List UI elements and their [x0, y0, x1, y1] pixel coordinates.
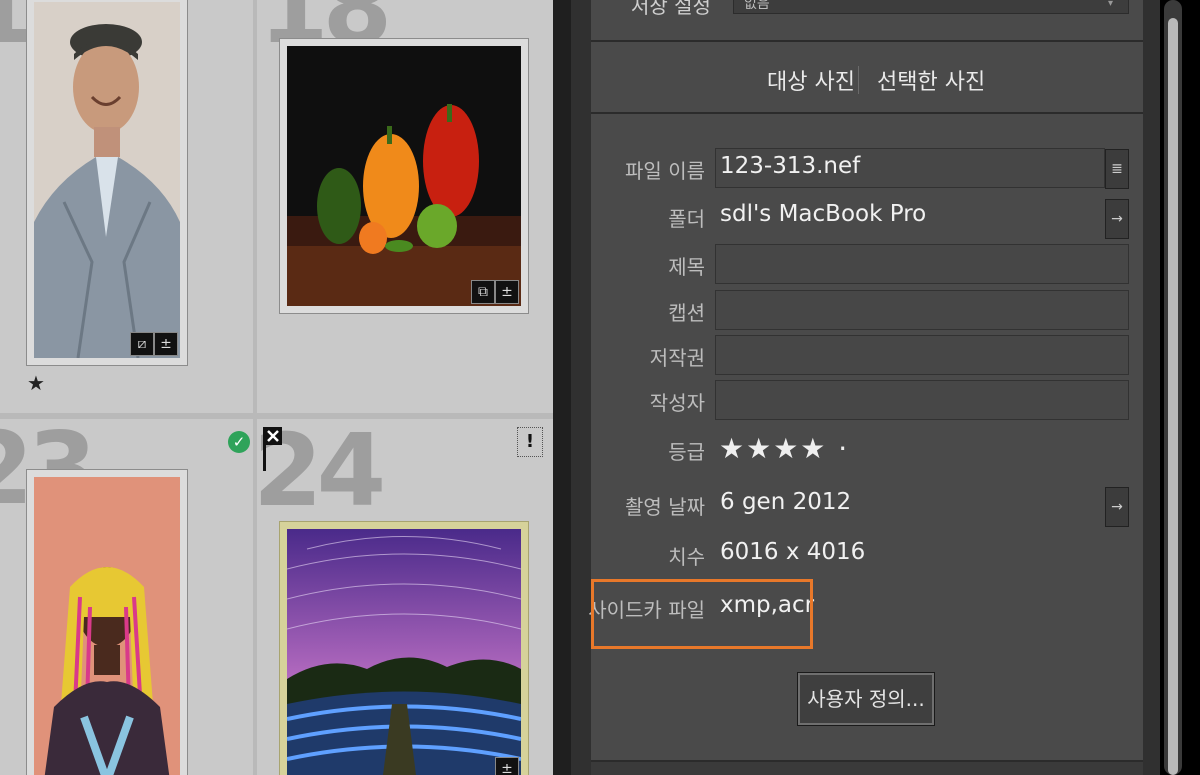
chevron-down-icon: ▾ — [1108, 0, 1114, 9]
thumbnail-frame[interactable] — [26, 469, 188, 775]
metadata-panel-body: 저장 설정 없음 ▾ 대상 사진 선택한 사진 파일 이름 123-313.ne… — [588, 0, 1143, 775]
capture-date-label: 촬영 날짜 — [625, 495, 705, 519]
panel-divider[interactable] — [553, 0, 571, 775]
creator-label: 작성자 — [649, 391, 705, 415]
go-to-date-arrow-icon[interactable]: → — [1105, 487, 1129, 527]
thumbnail-portrait-man: ⧄ ± — [34, 2, 180, 358]
customize-button[interactable]: 사용자 정의... — [797, 672, 935, 726]
folder-value: sdl's MacBook Pro — [720, 201, 927, 227]
rating-row: 등급 ★★★★ · — [591, 428, 1143, 470]
tab-selected-photos[interactable]: 선택한 사진 — [877, 64, 985, 96]
grid-cell[interactable]: 24 ! ± — [257, 419, 553, 775]
rating-label: 등급 — [668, 440, 705, 464]
title-label: 제목 — [668, 255, 705, 279]
folder-label: 폴더 — [668, 207, 705, 231]
panel-bottom-edge — [591, 760, 1143, 775]
copyright-label: 저작권 — [649, 346, 705, 370]
reject-flag-icon[interactable] — [263, 427, 283, 475]
caption-row: 캡션 — [591, 289, 1143, 331]
thumbnail-portrait-woman — [34, 477, 180, 775]
library-grid: 17 ⧄ ± ★ 18 — [0, 0, 553, 775]
copyright-field[interactable] — [715, 335, 1129, 375]
develop-badge-icon: ± — [154, 332, 178, 356]
filename-row: 파일 이름 123-313.nef ≣ — [591, 147, 1143, 189]
rating-stars[interactable]: ★★★★ · — [719, 432, 849, 465]
preset-label: 저장 설정 — [631, 0, 711, 18]
copyright-row: 저작권 — [591, 334, 1143, 376]
title-row: 제목 — [591, 243, 1143, 285]
preset-value: 없음 — [744, 0, 770, 12]
preset-row: 저장 설정 없음 ▾ — [591, 0, 1143, 42]
develop-badge-icon: ± — [495, 757, 519, 775]
scrollbar-thumb[interactable] — [1168, 18, 1178, 775]
title-field[interactable] — [715, 244, 1129, 284]
metadata-panel: 저장 설정 없음 ▾ 대상 사진 선택한 사진 파일 이름 123-313.ne… — [571, 0, 1160, 775]
target-tabs: 대상 사진 선택한 사진 — [591, 44, 1143, 114]
thumbnail-peppers: ⧉ ± — [287, 46, 521, 306]
rating-star-icon: ★ — [27, 371, 45, 395]
creator-row: 작성자 — [591, 379, 1143, 421]
grid-cell[interactable]: 18 ⧉ ± — [257, 0, 553, 413]
sidecar-highlight-box — [591, 579, 813, 649]
sync-check-icon: ✓ — [228, 431, 250, 453]
grid-cell[interactable]: 17 ⧄ ± ★ — [0, 0, 253, 413]
capture-date-row: 촬영 날짜 6 gen 2012 → — [591, 483, 1143, 527]
dimensions-label: 치수 — [668, 545, 705, 569]
thumbnail-frame-selected[interactable]: ± — [279, 521, 529, 775]
list-icon[interactable]: ≣ — [1105, 149, 1129, 189]
creator-field[interactable] — [715, 380, 1129, 420]
thumbnail-frame[interactable]: ⧄ ± — [26, 0, 188, 366]
crop-badge-icon: ⧄ — [130, 332, 154, 356]
grid-cell[interactable]: 23 ✓ — [0, 419, 253, 775]
filename-value: 123-313.nef — [720, 153, 861, 179]
preset-dropdown[interactable]: 없음 ▾ — [733, 0, 1129, 14]
tab-separator — [858, 66, 859, 94]
caption-label: 캡션 — [668, 301, 705, 325]
go-to-folder-arrow-icon[interactable]: → — [1105, 199, 1129, 239]
capture-date-value: 6 gen 2012 — [720, 489, 852, 515]
missing-file-warning-icon[interactable]: ! — [517, 427, 543, 457]
caption-field[interactable] — [715, 290, 1129, 330]
tab-target-photo[interactable]: 대상 사진 — [767, 64, 855, 96]
develop-badge-icon: ± — [495, 280, 519, 304]
folder-row: 폴더 sdl's MacBook Pro → — [591, 195, 1143, 239]
dimensions-row: 치수 6016 x 4016 — [591, 533, 1143, 575]
thumbnail-star-trails: ± — [287, 529, 521, 775]
dimensions-value: 6016 x 4016 — [720, 539, 866, 565]
copy-badge-icon: ⧉ — [471, 280, 495, 304]
filename-label: 파일 이름 — [625, 159, 705, 183]
thumbnail-frame[interactable]: ⧉ ± — [279, 38, 529, 314]
